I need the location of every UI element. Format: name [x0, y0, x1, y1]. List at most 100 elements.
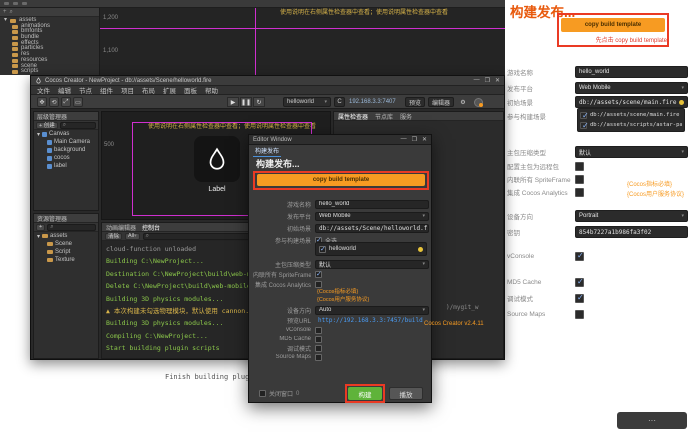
label-node-text[interactable]: Label — [194, 186, 240, 193]
analytics-link-2[interactable]: {Cocos用户服务协议} — [627, 189, 684, 198]
annotation-box — [345, 384, 385, 403]
vconsole-checkbox[interactable] — [575, 252, 584, 261]
node-cocos[interactable]: cocos — [34, 154, 98, 162]
gear-icon[interactable]: ⚙ — [458, 97, 468, 107]
assets-tab[interactable]: 资源管理器 — [34, 214, 98, 223]
tab-animation-editor[interactable]: 动画编辑器 — [106, 223, 136, 232]
node-main-camera[interactable]: Main Camera — [34, 138, 98, 146]
hierarchy-search-input[interactable]: ⌕ — [60, 122, 96, 129]
menu-node[interactable]: 节点 — [79, 85, 92, 95]
debug-mode-checkbox[interactable] — [575, 294, 584, 303]
vconsole-checkbox[interactable] — [315, 327, 322, 334]
add-asset-button[interactable]: + — [36, 224, 45, 231]
menu-component[interactable]: 组件 — [100, 85, 113, 95]
analytics-link-1[interactable]: {Cocos指标必填} — [627, 179, 672, 188]
tab-build[interactable]: 构建发布 — [253, 146, 281, 157]
play-button[interactable]: 播放 — [389, 387, 423, 400]
md5-cache-checkbox[interactable] — [575, 278, 584, 287]
secret-key-input[interactable]: 854b7227a1b986fa3f02 — [575, 226, 688, 238]
debug-mode-checkbox[interactable] — [315, 345, 322, 352]
hierarchy-tab[interactable]: 层级管理器 — [34, 112, 98, 121]
menu-help[interactable]: 帮助 — [205, 85, 218, 95]
node-label[interactable]: label — [34, 162, 98, 170]
node-background[interactable]: background — [34, 146, 98, 154]
menu-layout[interactable]: 布局 — [142, 85, 155, 95]
search-icon[interactable]: ⌕ — [10, 9, 13, 16]
forum-screenshot: + ⌕ ▾ assets animations bmfonts bundle e… — [0, 0, 690, 435]
refresh-button[interactable]: C — [334, 97, 345, 107]
source-maps-checkbox[interactable] — [315, 354, 322, 361]
start-scene-input[interactable]: db://assets/Scene/helloworld.fire — [315, 224, 429, 233]
tab-inspector[interactable]: 属性检查器 — [338, 112, 368, 121]
pause-button[interactable]: ❚❚ — [240, 97, 252, 107]
inline-spriteframe-checkbox[interactable] — [575, 175, 584, 184]
preview-button[interactable]: 预览 — [405, 97, 425, 107]
tab-console[interactable]: 控制台 — [142, 223, 160, 232]
close-button[interactable]: ✕ — [495, 77, 500, 84]
menu-project[interactable]: 项目 — [121, 85, 134, 95]
asset-texture[interactable]: Texture — [34, 256, 98, 264]
remote-bundle-checkbox[interactable] — [575, 162, 584, 171]
tab-node-library[interactable]: 节点库 — [375, 112, 393, 121]
asset-script[interactable]: Script — [34, 248, 98, 256]
game-name-input[interactable]: hello_world — [315, 200, 429, 209]
menu-file[interactable]: 文件 — [37, 85, 50, 95]
open-editor-button[interactable]: 编辑器 — [428, 97, 454, 107]
compress-select[interactable]: 默认 ▾ — [575, 146, 688, 158]
assets-search-input[interactable]: ⌕ — [47, 224, 96, 231]
scene-row[interactable]: db://assets/scene/main.fire — [580, 112, 682, 119]
scene-select[interactable]: helloworld ▾ — [283, 97, 331, 107]
scene-checkbox[interactable] — [580, 122, 587, 129]
analytics-checkbox[interactable] — [575, 188, 584, 197]
clear-console-button[interactable]: 清除 — [105, 233, 122, 240]
preview-ip-text[interactable]: 192.168.3.3:7407 — [349, 99, 396, 105]
source-maps-checkbox[interactable] — [575, 310, 584, 319]
maximize-button[interactable]: ❐ — [412, 136, 417, 143]
game-name-input[interactable]: hello_world — [575, 66, 688, 78]
close-window-checkbox[interactable] — [259, 390, 266, 397]
chevron-down-icon: ▾ — [681, 149, 684, 155]
menu-edit[interactable]: 编辑 — [58, 85, 71, 95]
plus-icon[interactable]: + — [3, 9, 7, 15]
cocos-sprite[interactable] — [194, 136, 240, 182]
preview-url-link[interactable]: http://192.168.3.3:7457/build — [315, 316, 429, 325]
menu-panel[interactable]: 面板 — [184, 85, 197, 95]
image-overlay-badge[interactable]: ··· — [617, 412, 687, 429]
dialog-titlebar[interactable]: Editor Window — ❐ ✕ — [249, 135, 431, 145]
menu-extension[interactable]: 扩展 — [163, 85, 176, 95]
scene-list[interactable]: helloworld — [315, 242, 427, 256]
move-tool-icon[interactable]: ✥ — [37, 97, 47, 107]
minimize-button[interactable]: — — [474, 77, 480, 84]
scene-list[interactable]: db://assets/scene/main.fire db://assets/… — [577, 108, 685, 132]
analytics-link-1[interactable]: {Cocos指标必填} — [317, 287, 358, 295]
locate-icon[interactable] — [418, 247, 423, 252]
scene-row[interactable]: db://assets/scripts/astar-path-find.fire — [580, 122, 682, 129]
play-button[interactable]: ▶ — [227, 97, 239, 107]
scale-tool-icon[interactable]: ⤢ — [61, 97, 71, 107]
analytics-link-2[interactable]: {Cocos用户服务协议} — [317, 295, 369, 303]
asset-root[interactable]: ▾ assets — [34, 232, 98, 240]
scene-checkbox[interactable] — [319, 246, 326, 253]
platform-select[interactable]: Web Mobile ▾ — [575, 82, 688, 94]
start-scene-input[interactable]: db://assets/scene/main.fire — [575, 96, 688, 108]
tab-services[interactable]: 服务 — [400, 112, 412, 121]
rotate-tool-icon[interactable]: ⟲ — [49, 97, 59, 107]
log-level-select[interactable]: All ▾ — [125, 233, 140, 240]
compress-select[interactable]: 默认 ▾ — [315, 260, 429, 269]
rect-tool-icon[interactable]: ▭ — [73, 97, 83, 107]
avatar[interactable] — [474, 98, 483, 107]
orientation-select[interactable]: Portrait ▾ — [575, 210, 688, 222]
locate-icon[interactable] — [679, 100, 684, 105]
minimize-button[interactable]: — — [401, 136, 407, 143]
scene-checkbox[interactable] — [580, 112, 587, 119]
maximize-button[interactable]: ❐ — [485, 77, 490, 84]
create-node-button[interactable]: + 创建 — [36, 122, 58, 129]
platform-select[interactable]: Web Mobile ▾ — [315, 212, 429, 221]
md5-cache-checkbox[interactable] — [315, 336, 322, 343]
node-canvas[interactable]: ▾ Canvas — [34, 130, 98, 138]
asset-scene[interactable]: Scene — [34, 240, 98, 248]
step-button[interactable]: ↻ — [253, 97, 265, 107]
inline-spriteframe-checkbox[interactable] — [315, 271, 322, 278]
close-button[interactable]: ✕ — [422, 136, 427, 143]
orientation-select[interactable]: Auto ▾ — [315, 306, 429, 315]
